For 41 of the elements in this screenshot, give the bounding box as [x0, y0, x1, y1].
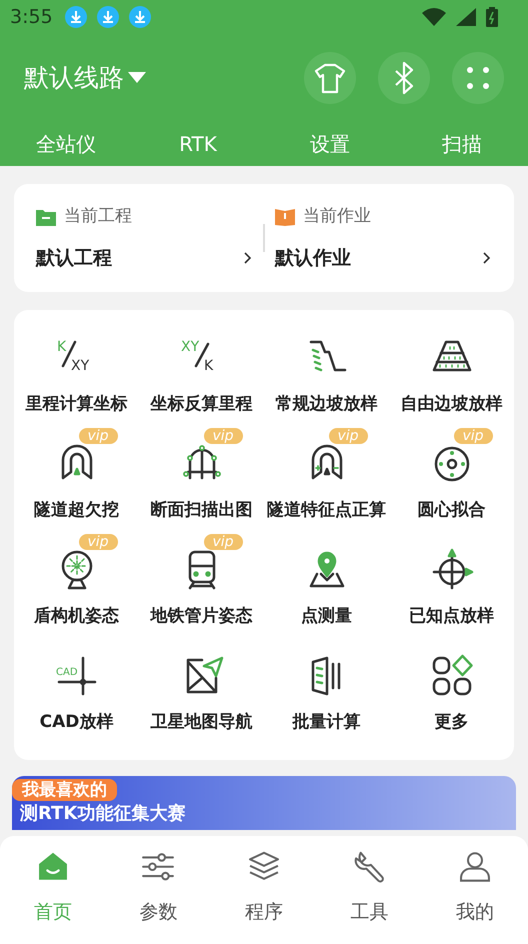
tool-item[interactable]: 点测量 — [264, 538, 389, 644]
download-icon — [128, 6, 151, 28]
book-icon — [275, 208, 295, 226]
banner-headline: 测RTK功能征集大赛 — [18, 802, 186, 826]
nav-tab[interactable]: 我的 — [422, 850, 528, 926]
vip-badge: vip — [454, 428, 493, 444]
section-value: 默认工程 — [36, 246, 113, 270]
section-value: 默认作业 — [275, 246, 352, 270]
tool-item[interactable]: 卫星地图导航 — [139, 644, 264, 750]
bluetooth-icon — [393, 61, 415, 95]
vip-badge: vip — [204, 428, 243, 444]
project-selector[interactable]: 当前工程 默认工程 — [36, 204, 253, 272]
wifi-icon — [422, 8, 446, 26]
nav-tab[interactable]: 程序 — [211, 850, 317, 926]
folder-icon — [36, 208, 56, 226]
nav-tab[interactable]: 参数 — [106, 850, 212, 926]
tool-item[interactable]: 已知点放样 — [389, 538, 514, 644]
nav-tab[interactable]: 工具 — [316, 850, 422, 926]
chevron-right-icon — [243, 250, 253, 265]
vip-badge: vip — [204, 534, 243, 550]
download-icon — [96, 6, 119, 28]
dots-icon — [465, 65, 491, 91]
tool-item[interactable]: 批量计算 — [264, 644, 389, 750]
promo-banner[interactable]: 我最喜欢的 测RTK功能征集大赛 — [12, 776, 516, 830]
signal-icon — [456, 8, 476, 26]
battery-icon — [486, 7, 498, 27]
project-selector[interactable]: 当前作业 默认作业 — [275, 204, 492, 272]
section-label: 当前工程 — [64, 205, 132, 228]
vip-badge: vip — [328, 428, 368, 444]
tshirt-icon — [313, 61, 347, 95]
status-time: 3:55 — [10, 4, 53, 30]
tool-item[interactable]: 更多 — [389, 644, 514, 750]
banner-tag: 我最喜欢的 — [12, 779, 117, 801]
sliders-icon — [140, 850, 176, 884]
caret-icon — [128, 72, 146, 84]
download-icon — [64, 6, 87, 28]
section-label: 当前作业 — [303, 205, 371, 228]
vip-badge: vip — [78, 534, 118, 550]
vip-badge: vip — [78, 428, 118, 444]
tool-item[interactable]: CAD CAD放样 — [14, 644, 139, 750]
chevron-right-icon — [482, 250, 492, 265]
